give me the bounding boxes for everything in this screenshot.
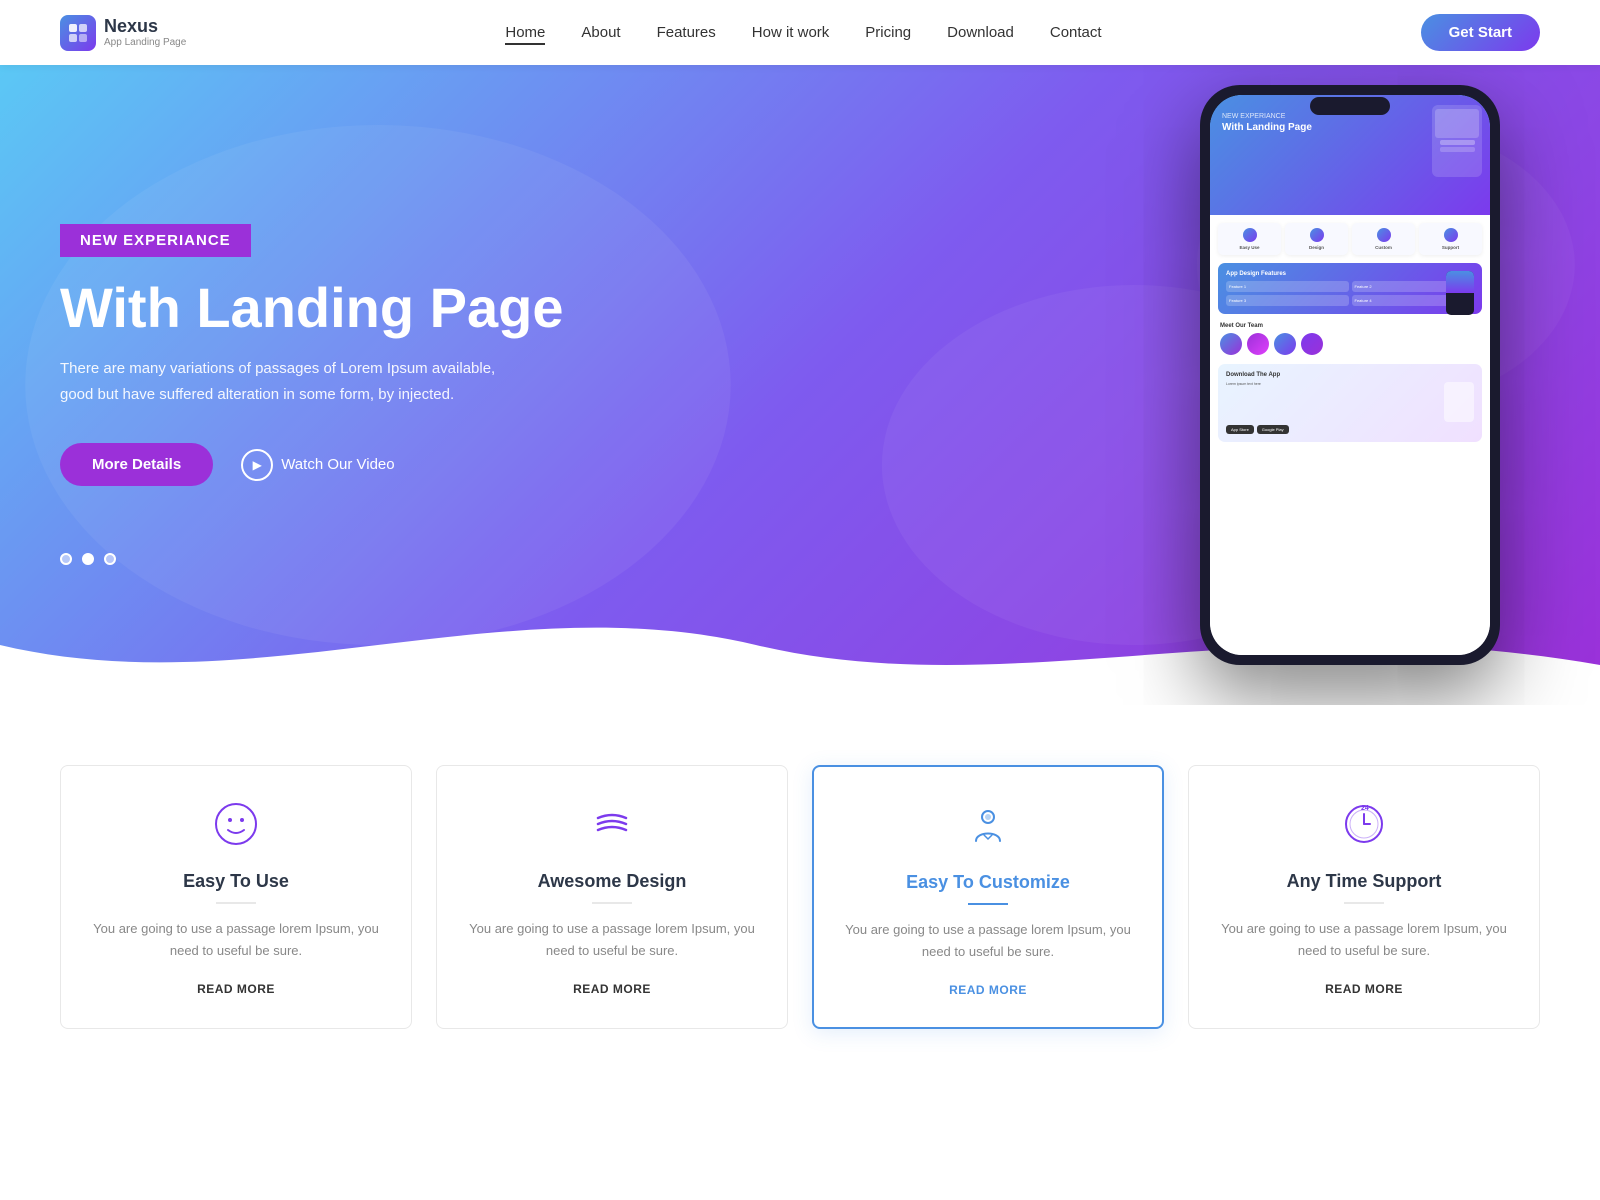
nav-links: Home About Features How it work Pricing … [505,24,1101,42]
feature-link-3[interactable]: READ MORE [949,983,1027,997]
logo-icon [60,15,96,51]
play-icon: ▶ [241,449,273,481]
feature-icon-1 [85,802,387,855]
hero-actions: More Details ▶ Watch Our Video [60,443,563,486]
hero-badge: NEW EXPERIANCE [60,224,251,257]
feature-icon-4: 24 [1213,802,1515,855]
feature-desc-1: You are going to use a passage lorem Ips… [85,918,387,962]
feature-divider-2 [592,902,632,904]
nav-features[interactable]: Features [657,24,716,41]
slider-dots [60,553,116,565]
feature-divider-1 [216,902,256,904]
feature-divider-3 [968,903,1008,905]
nav-download[interactable]: Download [947,24,1014,41]
features-grid: Easy To Use You are going to use a passa… [60,765,1540,1029]
feature-desc-4: You are going to use a passage lorem Ips… [1213,918,1515,962]
dot-3[interactable] [104,553,116,565]
phone-notch [1310,97,1390,115]
logo[interactable]: Nexus App Landing Page [60,15,186,51]
feature-card-3: Easy To Customize You are going to use a… [812,765,1164,1029]
nav-about[interactable]: About [581,24,620,41]
feature-link-2[interactable]: READ MORE [573,982,651,996]
feature-link-4[interactable]: READ MORE [1325,982,1403,996]
hero-section: NEW EXPERIANCE With Landing Page There a… [0,65,1600,705]
feature-title-3: Easy To Customize [838,872,1138,893]
navbar: Nexus App Landing Page Home About Featur… [0,0,1600,65]
features-section: Easy To Use You are going to use a passa… [0,705,1600,1069]
hero-title: With Landing Page [60,277,563,339]
watch-video-button[interactable]: ▶ Watch Our Video [241,449,394,481]
feature-link-1[interactable]: READ MORE [197,982,275,996]
nav-howitwork[interactable]: How it work [752,24,830,41]
feature-title-1: Easy To Use [85,871,387,892]
nav-contact[interactable]: Contact [1050,24,1102,41]
feature-card-4: 24 Any Time Support You are going to use… [1188,765,1540,1029]
svg-text:24: 24 [1361,805,1369,812]
get-start-button[interactable]: Get Start [1421,14,1540,51]
brand-name: Nexus [104,17,186,37]
more-details-button[interactable]: More Details [60,443,213,486]
feature-card-2: Awesome Design You are going to use a pa… [436,765,788,1029]
feature-title-2: Awesome Design [461,871,763,892]
dot-1[interactable] [60,553,72,565]
feature-icon-2 [461,802,763,855]
video-label: Watch Our Video [281,456,394,473]
feature-title-4: Any Time Support [1213,871,1515,892]
feature-desc-3: You are going to use a passage lorem Ips… [838,919,1138,963]
feature-divider-4 [1344,902,1384,904]
dot-2[interactable] [82,553,94,565]
nav-pricing[interactable]: Pricing [865,24,911,41]
feature-desc-2: You are going to use a passage lorem Ips… [461,918,763,962]
hero-description: There are many variations of passages of… [60,356,500,407]
phone-mockup: NEW EXPERIANCE With Landing Page Easy Us… [1200,85,1520,665]
nav-home[interactable]: Home [505,24,545,45]
brand-sub: App Landing Page [104,37,186,48]
feature-icon-3 [838,803,1138,856]
feature-card-1: Easy To Use You are going to use a passa… [60,765,412,1029]
